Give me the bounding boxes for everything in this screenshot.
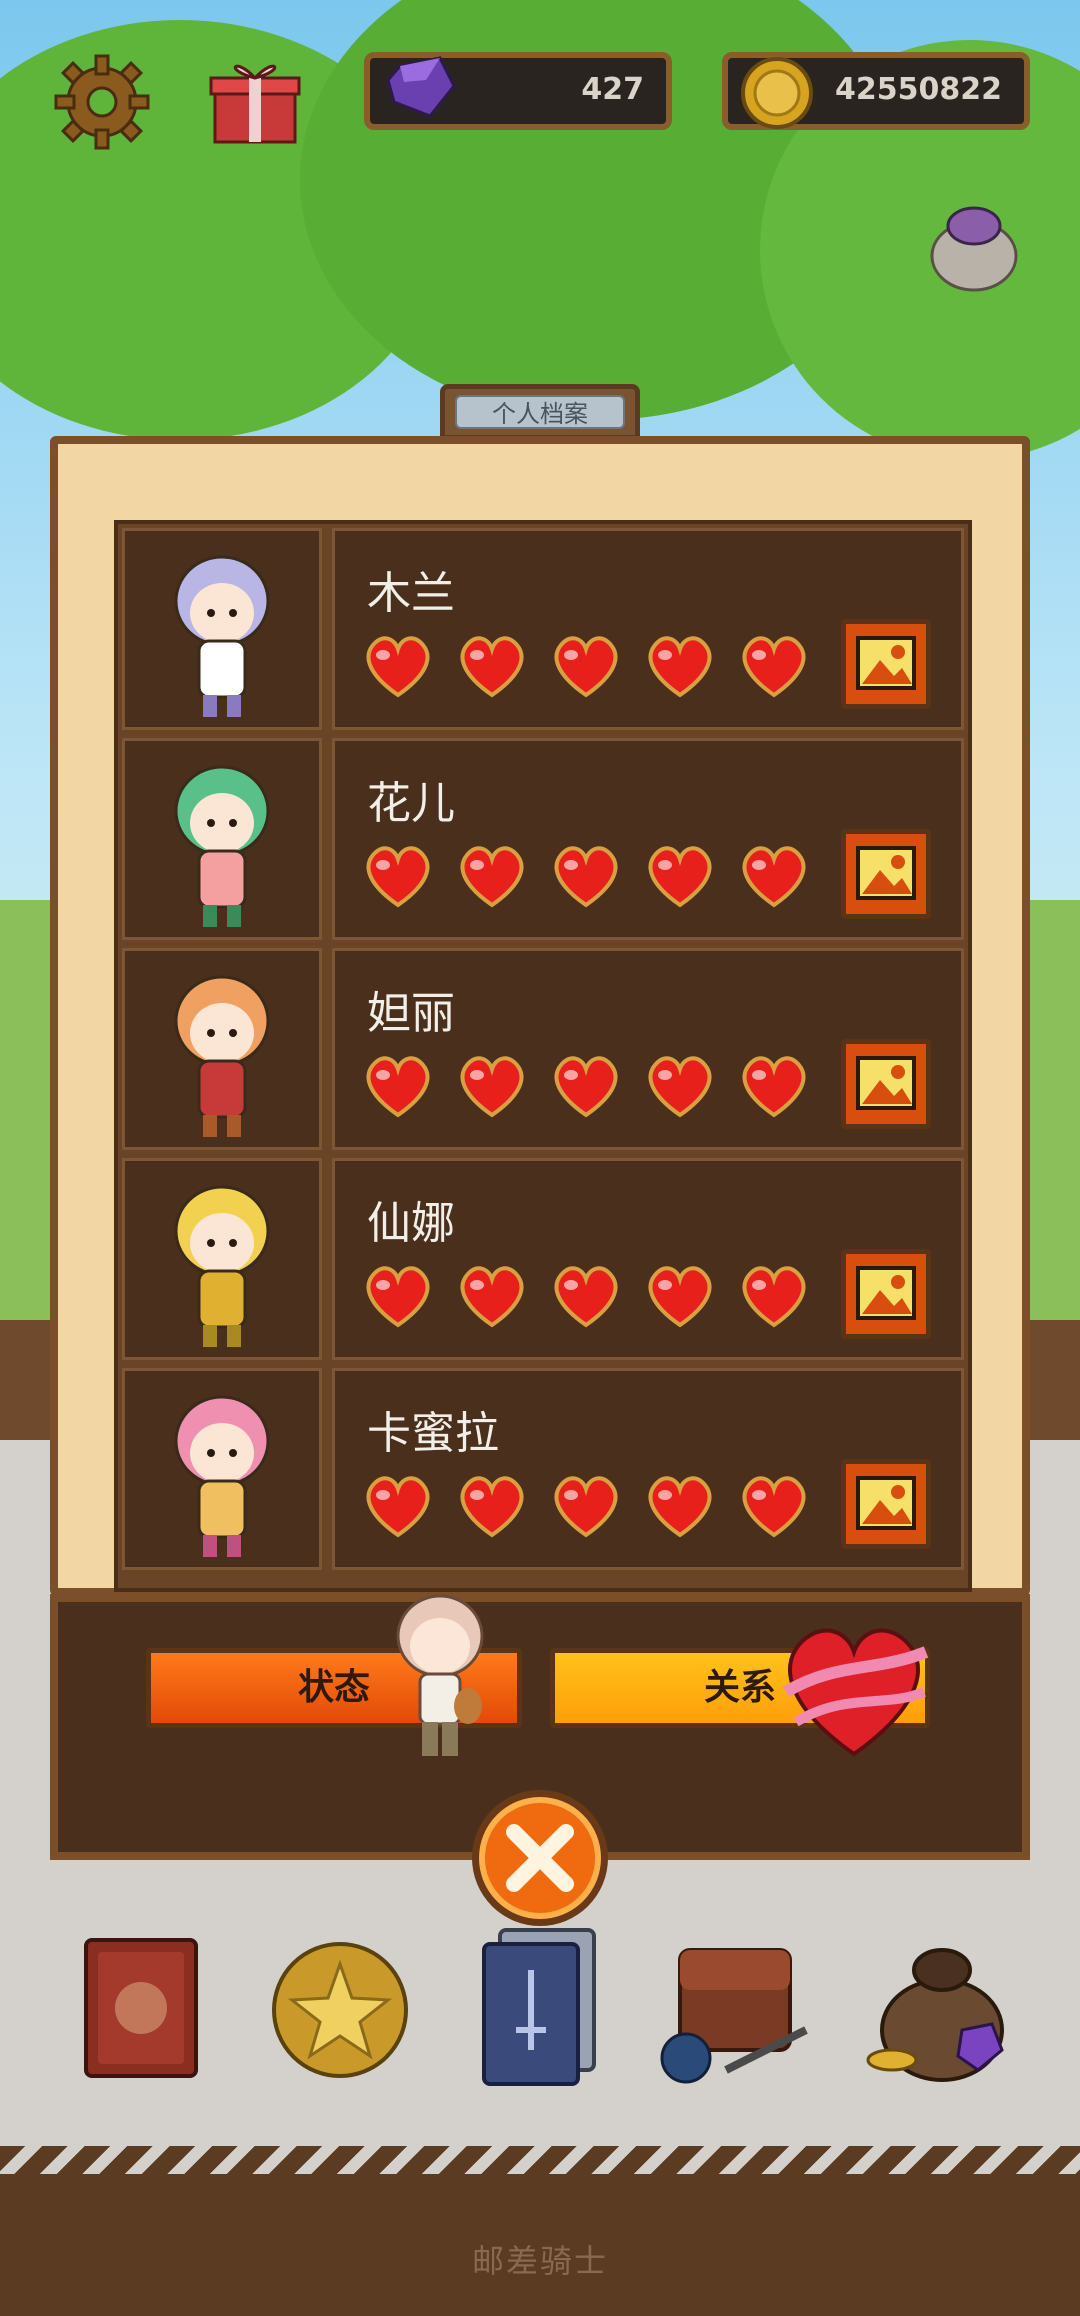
character-portrait	[122, 948, 322, 1150]
affection-hearts	[361, 1261, 811, 1331]
gift-icon[interactable]	[205, 50, 305, 150]
character-row[interactable]: 妲丽	[122, 948, 964, 1150]
gear-icon[interactable]	[52, 52, 152, 152]
heart-filled-icon	[549, 1051, 623, 1121]
character-info: 仙娜	[332, 1158, 964, 1360]
character-name: 花儿	[367, 778, 455, 829]
postman-knight-character	[380, 1586, 500, 1766]
character-row[interactable]: 花儿	[122, 738, 964, 940]
bag-icon[interactable]	[656, 1920, 824, 2090]
heart-filled-icon	[549, 1471, 623, 1541]
image-icon	[856, 1266, 916, 1320]
coin-count: 42550822	[835, 72, 1002, 107]
image-icon	[856, 846, 916, 900]
heart-filled-icon	[361, 1471, 435, 1541]
character-info: 卡蜜拉	[332, 1368, 964, 1570]
heart-filled-icon	[361, 631, 435, 701]
affection-hearts	[361, 1471, 811, 1541]
character-info: 妲丽	[332, 948, 964, 1150]
heart-filled-icon	[549, 631, 623, 701]
heart-filled-icon	[455, 841, 529, 911]
potion-bag-icon[interactable]	[924, 196, 1024, 296]
heart-filled-icon	[361, 1261, 435, 1331]
star-coin-icon[interactable]	[270, 1920, 410, 2090]
character-name: 仙娜	[367, 1198, 455, 1249]
heart-filled-icon	[737, 1261, 811, 1331]
heart-filled-icon	[455, 631, 529, 701]
heart-filled-icon	[643, 1051, 717, 1121]
profile-tab-label: 个人档案	[455, 395, 625, 429]
image-icon	[856, 636, 916, 690]
character-row[interactable]: 木兰	[122, 528, 964, 730]
book-icon[interactable]	[76, 1920, 216, 2090]
heart-filled-icon	[455, 1471, 529, 1541]
close-button[interactable]	[466, 1784, 614, 1932]
heart-filled-icon	[643, 841, 717, 911]
character-name: 卡蜜拉	[367, 1408, 499, 1459]
heart-filled-icon	[643, 1261, 717, 1331]
affection-hearts	[361, 631, 811, 701]
heart-filled-icon	[737, 841, 811, 911]
profile-panel: 木兰花儿妲丽仙娜卡蜜拉	[50, 436, 1030, 1596]
character-row[interactable]: 仙娜	[122, 1158, 964, 1360]
character-info: 花儿	[332, 738, 964, 940]
footer-title: 邮差骑士	[471, 2242, 608, 2280]
heart-filled-icon	[549, 1261, 623, 1331]
gem-counter: 427	[364, 52, 672, 130]
affection-hearts	[361, 1051, 811, 1121]
character-name: 木兰	[367, 568, 455, 619]
heart-filled-icon	[643, 1471, 717, 1541]
character-list[interactable]: 木兰花儿妲丽仙娜卡蜜拉	[114, 520, 972, 1592]
bottom-bar-edge	[0, 2146, 1080, 2174]
heart-relation-icon	[776, 1622, 932, 1762]
affection-hearts	[361, 841, 811, 911]
character-name: 妲丽	[367, 988, 455, 1039]
profile-tab: 个人档案	[440, 384, 640, 440]
gallery-button[interactable]	[841, 1039, 931, 1129]
image-icon	[856, 1476, 916, 1530]
gallery-button[interactable]	[841, 619, 931, 709]
heart-filled-icon	[361, 841, 435, 911]
heart-filled-icon	[361, 1051, 435, 1121]
character-portrait	[122, 738, 322, 940]
heart-filled-icon	[737, 1471, 811, 1541]
gallery-button[interactable]	[841, 829, 931, 919]
heart-filled-icon	[737, 1051, 811, 1121]
loot-bag-icon[interactable]	[862, 1920, 1012, 2090]
heart-filled-icon	[549, 841, 623, 911]
character-portrait	[122, 1368, 322, 1570]
coin-icon	[741, 57, 813, 129]
heart-filled-icon	[737, 631, 811, 701]
gem-count: 427	[581, 72, 644, 107]
heart-filled-icon	[455, 1051, 529, 1121]
gallery-button[interactable]	[841, 1459, 931, 1549]
gallery-button[interactable]	[841, 1249, 931, 1339]
gem-icon	[386, 56, 456, 118]
character-portrait	[122, 1158, 322, 1360]
character-info: 木兰	[332, 528, 964, 730]
heart-filled-icon	[455, 1261, 529, 1331]
character-row[interactable]: 卡蜜拉	[122, 1368, 964, 1570]
cards-icon[interactable]	[470, 1920, 610, 2090]
heart-filled-icon	[643, 631, 717, 701]
image-icon	[856, 1056, 916, 1110]
character-portrait	[122, 528, 322, 730]
coin-counter: 42550822	[722, 52, 1030, 130]
